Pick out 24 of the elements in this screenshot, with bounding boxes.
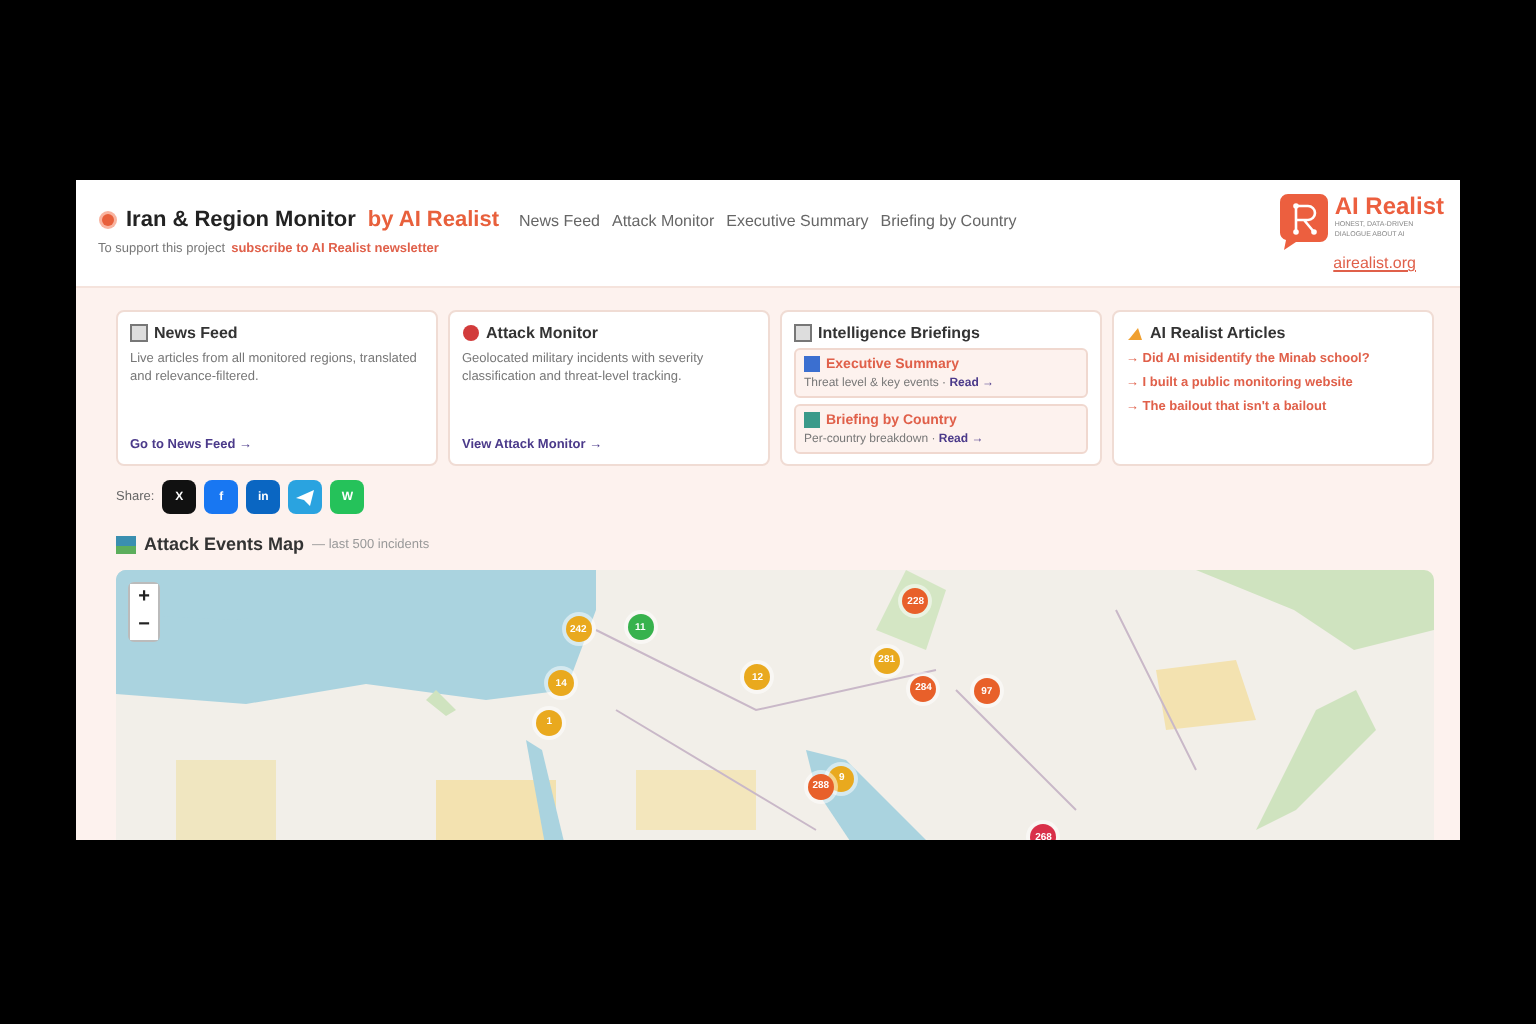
card-icon [1126,324,1144,342]
card-title: Attack Monitor [486,324,598,342]
card-icon [462,324,480,342]
status-dot-icon [98,210,118,230]
briefing-icon [804,412,820,428]
nav-link[interactable]: Briefing by Country [880,211,1017,229]
card-title: Intelligence Briefings [818,324,980,342]
card-title: AI Realist Articles [1150,324,1286,342]
card-title: News Feed [154,324,238,342]
card-icon [130,324,148,342]
map-title: Attack Events Map [144,534,305,554]
map-icon [116,535,136,553]
site-link[interactable]: airealist.org [1333,254,1416,272]
logo-icon [1280,194,1329,250]
logo-name: AI Realist [1334,194,1444,220]
paper-plane-icon [296,489,315,505]
card-icon [794,324,812,342]
nav-link[interactable]: Attack Monitor [611,211,715,229]
nav-link[interactable]: Executive Summary [726,211,869,229]
site-byline: by AI Realist [367,208,500,232]
telegram-share-button[interactable] [288,480,323,514]
briefing-icon [804,356,820,372]
nav-link[interactable]: News Feed [519,211,600,229]
site-title: Iran & Region Monitor [126,208,356,232]
